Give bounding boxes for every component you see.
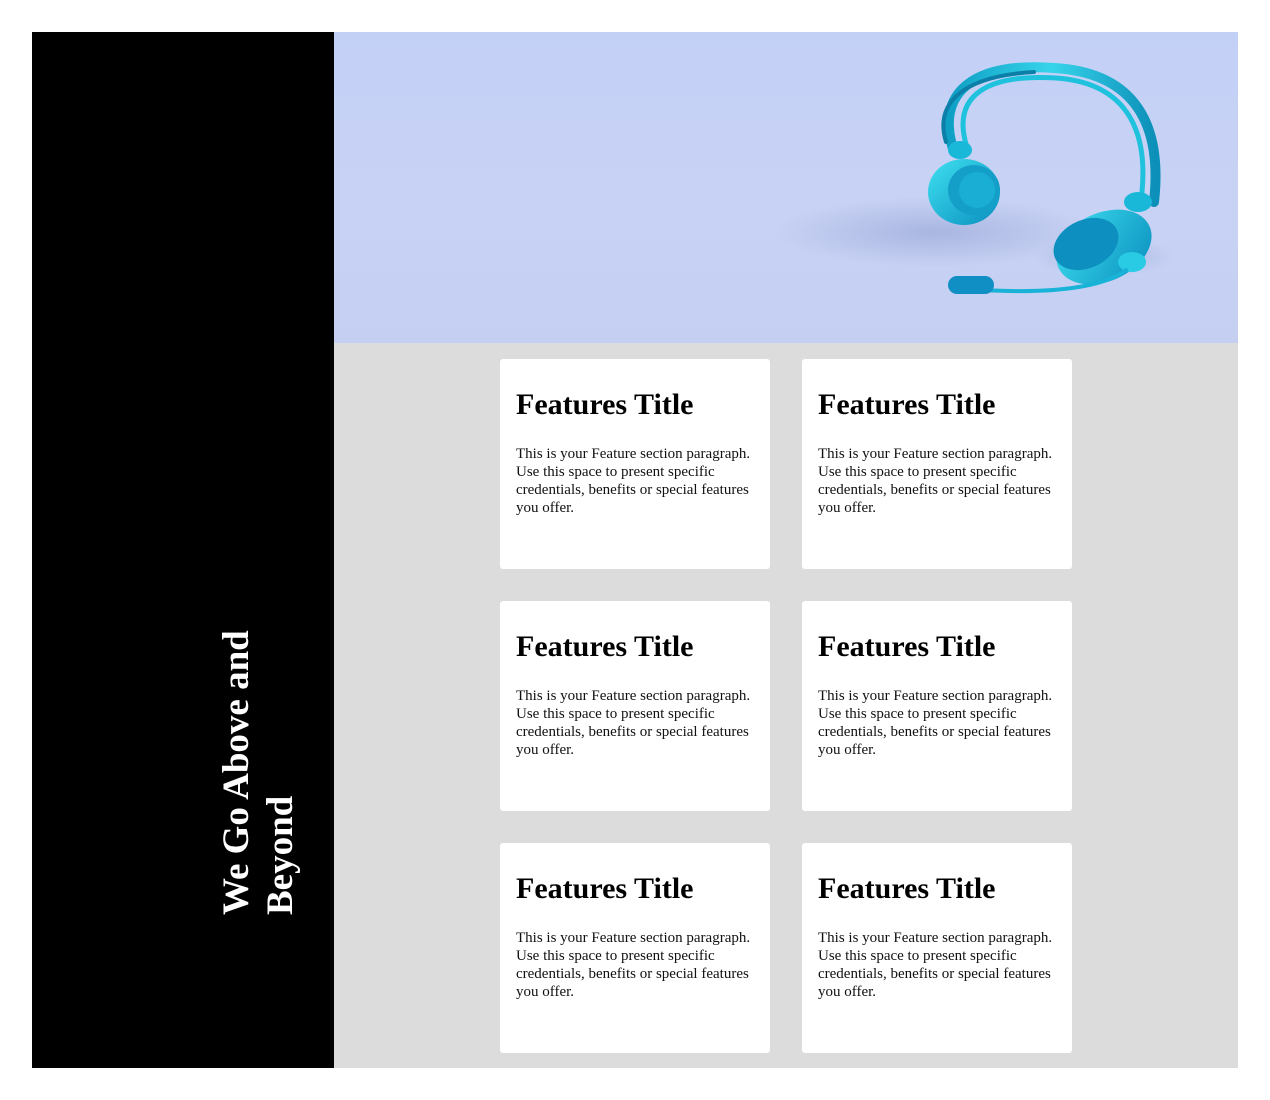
feature-text: This is your Feature section paragraph. … (516, 446, 751, 516)
headset-icon (774, 62, 1174, 294)
page-frame: We Go Above and Beyond Features Title Th… (32, 32, 1238, 1068)
feature-text: This is your Feature section paragraph. … (818, 688, 1053, 758)
sidebar: We Go Above and Beyond (32, 32, 334, 1068)
feature-text: This is your Feature section paragraph. … (516, 930, 751, 1000)
feature-title: Features Title (516, 872, 694, 905)
feature-title: Features Title (818, 872, 996, 905)
feature-card: Features Title This is your Feature sect… (802, 843, 1072, 1053)
hero-banner (334, 32, 1238, 343)
feature-text: This is your Feature section paragraph. … (818, 446, 1053, 516)
feature-card: Features Title This is your Feature sect… (500, 601, 770, 811)
feature-title: Features Title (516, 630, 694, 663)
feature-card: Features Title This is your Feature sect… (500, 843, 770, 1053)
feature-card: Features Title This is your Feature sect… (802, 359, 1072, 569)
features-grid: Features Title This is your Feature sect… (500, 359, 1072, 1053)
sidebar-heading: We Go Above and Beyond (216, 630, 301, 915)
main-content: Features Title This is your Feature sect… (334, 32, 1238, 1068)
feature-title: Features Title (516, 388, 694, 421)
feature-title: Features Title (818, 388, 996, 421)
feature-text: This is your Feature section paragraph. … (818, 930, 1053, 1000)
feature-title: Features Title (818, 630, 996, 663)
feature-card: Features Title This is your Feature sect… (500, 359, 770, 569)
feature-card: Features Title This is your Feature sect… (802, 601, 1072, 811)
feature-text: This is your Feature section paragraph. … (516, 688, 751, 758)
